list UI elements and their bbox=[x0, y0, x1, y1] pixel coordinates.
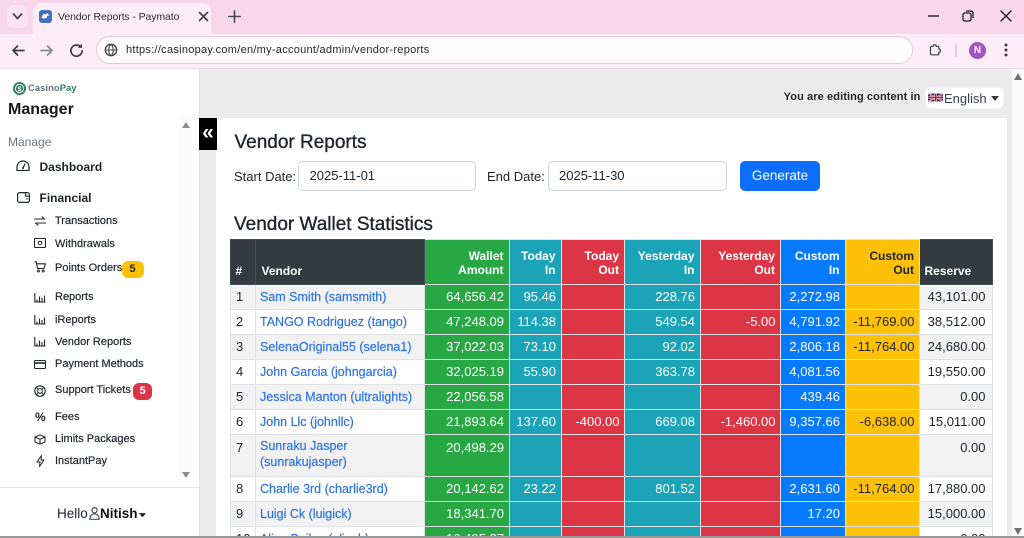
svg-text:$: $ bbox=[18, 86, 22, 93]
